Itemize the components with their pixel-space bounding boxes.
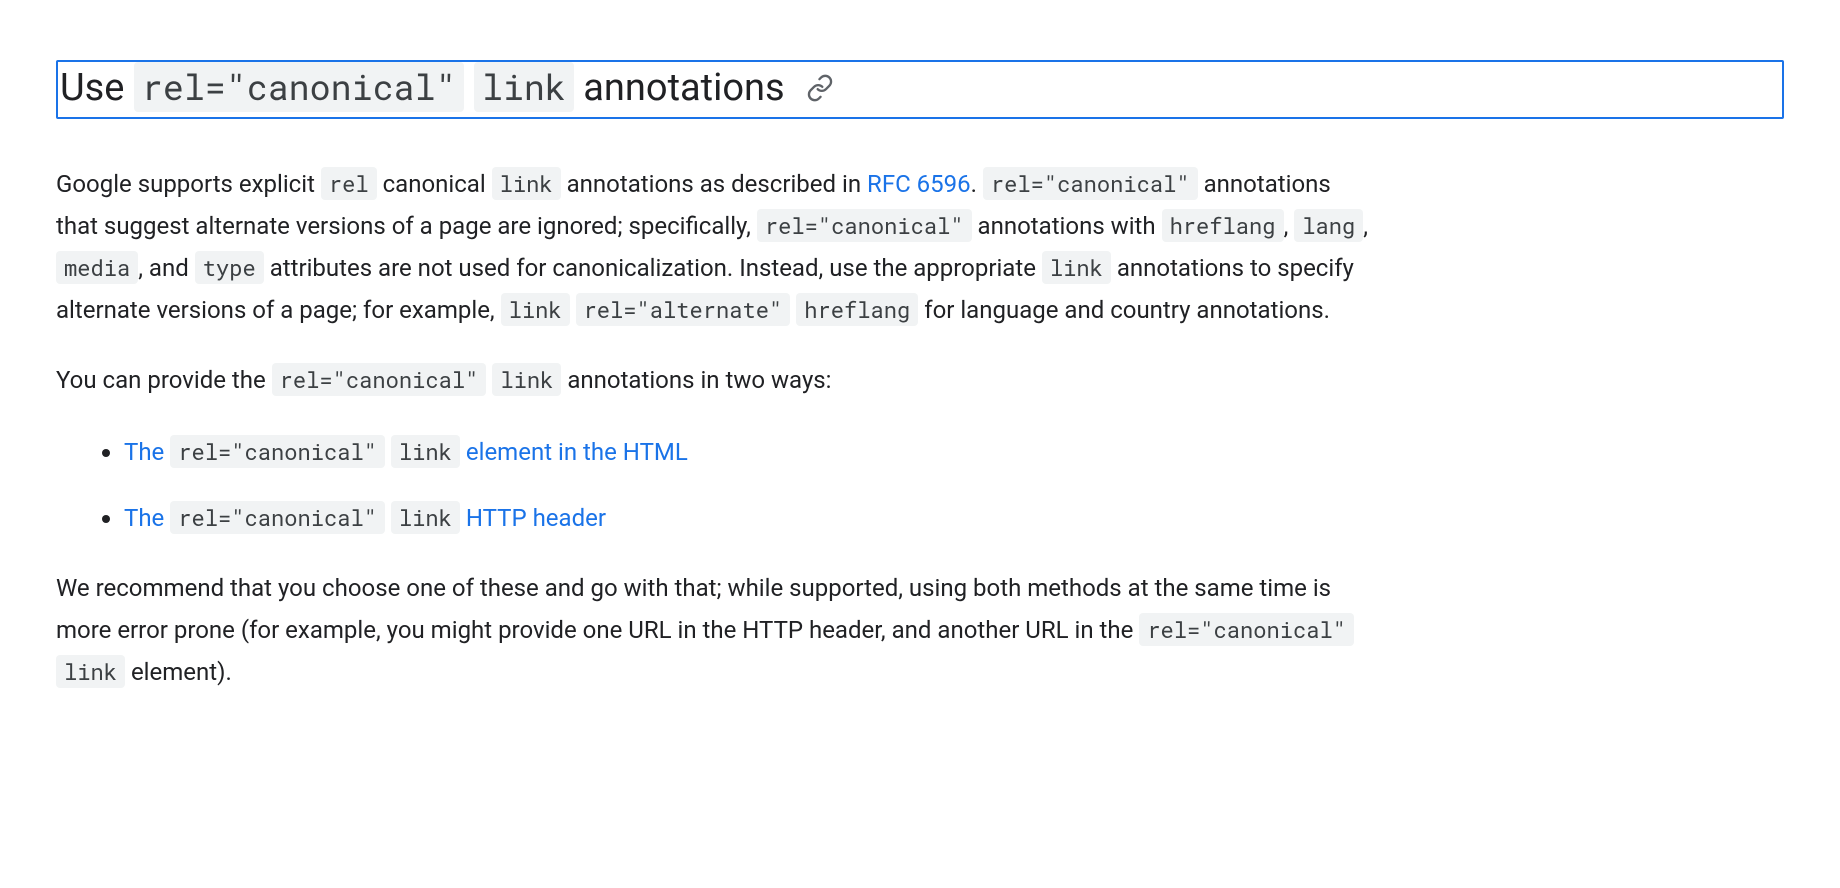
p2-text-2: annotations in two ways: bbox=[561, 366, 831, 394]
p1-code-link-2: link bbox=[1042, 251, 1111, 284]
paragraph-1: Google supports explicit rel canonical l… bbox=[56, 163, 1376, 331]
p1-code-rel: rel bbox=[321, 167, 377, 200]
li1-code-link: link bbox=[391, 435, 460, 468]
p1-text-9: , and bbox=[138, 254, 194, 282]
rfc-6596-link[interactable]: RFC 6596 bbox=[867, 170, 971, 198]
p1-code-relcanon-2: rel="canonical" bbox=[757, 209, 972, 242]
p1-code-relalt: rel="alternate" bbox=[576, 293, 791, 326]
heading-code-link: link bbox=[474, 62, 574, 112]
paragraph-2: You can provide the rel="canonical" link… bbox=[56, 359, 1376, 401]
section-heading[interactable]: Use rel="canonical" link annotations bbox=[56, 60, 1784, 119]
p3-code-relcanon: rel="canonical" bbox=[1139, 613, 1354, 646]
p2-code-link: link bbox=[492, 363, 561, 396]
p1-text-4: . bbox=[971, 170, 983, 198]
p1-text-1: Google supports explicit bbox=[56, 170, 321, 198]
p2-text-1: You can provide the bbox=[56, 366, 272, 394]
heading-space-1 bbox=[464, 66, 473, 110]
p1-text-7: , bbox=[1284, 212, 1295, 240]
paragraph-3: We recommend that you choose one of thes… bbox=[56, 567, 1376, 693]
li2-pre: The bbox=[124, 504, 170, 532]
heading-text-1: Use bbox=[60, 66, 134, 110]
p1-text-12: for language and country annotations. bbox=[918, 296, 1330, 324]
list-item: The rel="canonical" link HTTP header bbox=[124, 495, 1444, 539]
document-page: Use rel="canonical" link annotations Goo… bbox=[0, 0, 1840, 888]
p1-text-6: annotations with bbox=[972, 212, 1162, 240]
p1-code-relcanon-1: rel="canonical" bbox=[983, 167, 1198, 200]
li1-post: element in the HTML bbox=[460, 438, 688, 466]
li2-code-link: link bbox=[391, 501, 460, 534]
p1-text-8: , bbox=[1363, 212, 1368, 240]
html-element-link[interactable]: The rel="canonical" link element in the … bbox=[124, 438, 688, 466]
p1-code-hreflang: hreflang bbox=[1162, 209, 1284, 242]
p1-code-lang: lang bbox=[1294, 209, 1363, 242]
heading-code-rel-canonical: rel="canonical" bbox=[134, 62, 465, 112]
p2-code-relcanon: rel="canonical" bbox=[272, 363, 487, 396]
p1-code-media: media bbox=[56, 251, 138, 284]
p1-space-1 bbox=[570, 296, 576, 324]
li1-code-relcanon: rel="canonical" bbox=[170, 435, 385, 468]
p1-code-link-3: link bbox=[501, 293, 570, 326]
heading-text-2: annotations bbox=[574, 66, 785, 110]
p3-text-2: element). bbox=[125, 658, 232, 686]
p3-code-link: link bbox=[56, 655, 125, 688]
hreflang-link[interactable]: hreflang bbox=[796, 296, 918, 324]
p1-code-link: link bbox=[492, 167, 561, 200]
p1-code-hreflang-link: hreflang bbox=[796, 293, 918, 326]
link-icon[interactable] bbox=[806, 74, 834, 102]
p1-code-type: type bbox=[195, 251, 264, 284]
li1-pre: The bbox=[124, 438, 170, 466]
p1-text-2: canonical bbox=[377, 170, 492, 198]
p1-text-10: attributes are not used for canonicaliza… bbox=[264, 254, 1042, 282]
li2-post: HTTP header bbox=[460, 504, 606, 532]
p1-text-3: annotations as described in bbox=[561, 170, 867, 198]
http-header-link[interactable]: The rel="canonical" link HTTP header bbox=[124, 504, 606, 532]
methods-list: The rel="canonical" link element in the … bbox=[56, 429, 1444, 539]
li2-code-relcanon: rel="canonical" bbox=[170, 501, 385, 534]
list-item: The rel="canonical" link element in the … bbox=[124, 429, 1444, 473]
